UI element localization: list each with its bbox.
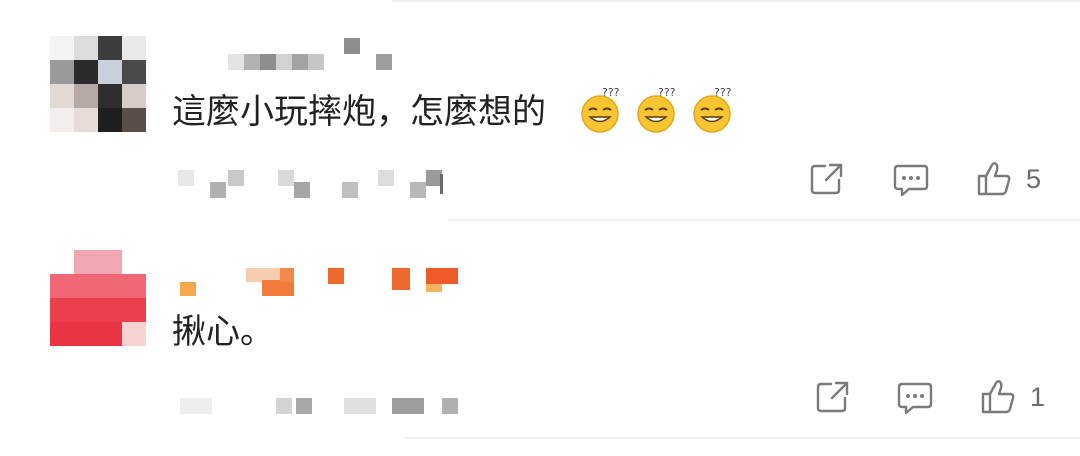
- like-count: 1: [1030, 381, 1046, 412]
- comment-text: 揪心。: [172, 312, 274, 352]
- like-icon: [977, 162, 1011, 196]
- username-blurred[interactable]: [228, 38, 398, 74]
- avatar[interactable]: [50, 250, 146, 346]
- reply-button[interactable]: [896, 380, 934, 416]
- reply-button[interactable]: [892, 162, 930, 198]
- comment-divider: [448, 219, 1080, 221]
- share-icon: [816, 381, 849, 413]
- avatar[interactable]: [50, 36, 146, 132]
- metadata-blurred: [178, 164, 458, 202]
- thinking-smile-emoji: ???: [578, 84, 628, 134]
- like-icon: [981, 380, 1015, 414]
- thinking-smile-emoji: ???: [690, 84, 740, 134]
- share-button[interactable]: [814, 378, 852, 416]
- bottom-divider: [404, 437, 1080, 439]
- reply-icon: [893, 164, 929, 197]
- like-count: 5: [1026, 163, 1042, 194]
- comment-item: 這麼小玩摔炮，怎麼想的 ??? ??? ??? 5: [0, 0, 1080, 219]
- like-button[interactable]: 5: [976, 160, 1041, 198]
- share-icon: [810, 163, 843, 195]
- comment-text: 這麼小玩摔炮，怎麼想的: [172, 92, 546, 132]
- emoji-group: ??? ??? ???: [578, 84, 740, 134]
- thinking-smile-emoji: ???: [634, 84, 684, 134]
- like-button[interactable]: 1: [980, 378, 1045, 416]
- username-blurred[interactable]: [176, 264, 466, 300]
- share-button[interactable]: [808, 160, 846, 198]
- metadata-blurred: [180, 396, 460, 418]
- reply-icon: [897, 382, 933, 415]
- comment-item: 揪心。 1: [0, 222, 1080, 437]
